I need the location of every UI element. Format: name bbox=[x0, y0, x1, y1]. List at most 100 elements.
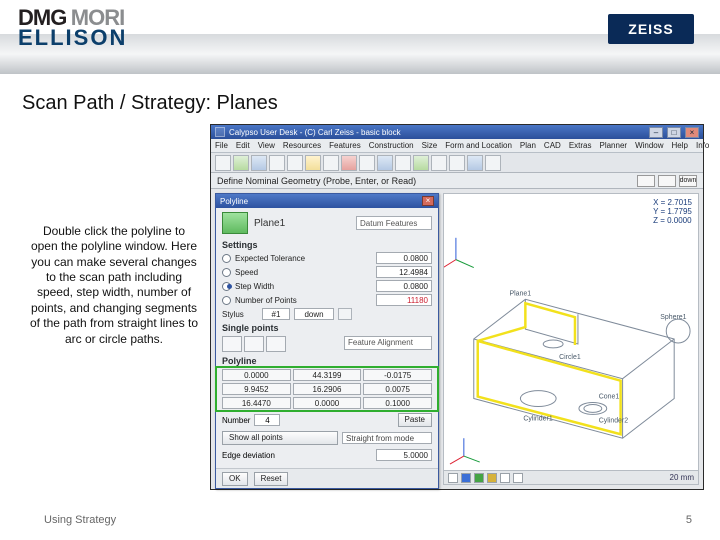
dialog-title: Polyline bbox=[220, 197, 248, 206]
mode-down[interactable]: down bbox=[679, 175, 697, 187]
toolbar-button[interactable] bbox=[395, 155, 411, 171]
radio-number-of-points[interactable] bbox=[222, 296, 231, 305]
grid-cell[interactable]: 44.3199 bbox=[293, 369, 362, 381]
menu-size[interactable]: Size bbox=[422, 141, 438, 150]
single-points-section-label: Single points bbox=[216, 321, 438, 334]
define-nominal-bar: Define Nominal Geometry (Probe, Enter, o… bbox=[211, 173, 703, 189]
close-button[interactable]: × bbox=[685, 127, 699, 138]
cad-viewport[interactable]: X = 2.7015 Y = 1.7795 Z = 0.0000 bbox=[443, 193, 699, 485]
menu-help[interactable]: Help bbox=[672, 141, 688, 150]
straight-mode-dropdown[interactable]: Straight from mode bbox=[342, 432, 432, 444]
mode-button[interactable] bbox=[637, 175, 655, 187]
value-expected-tolerance[interactable]: 0.0800 bbox=[376, 252, 432, 264]
grid-cell[interactable]: 0.0000 bbox=[293, 397, 362, 409]
slide-title: Scan Path / Strategy: Planes bbox=[22, 92, 278, 115]
polyline-coord-grid[interactable]: 0.0000 44.3199 -0.0175 9.9452 16.2906 0.… bbox=[216, 367, 438, 411]
toolbar-button[interactable] bbox=[269, 155, 285, 171]
minimize-button[interactable]: – bbox=[649, 127, 663, 138]
grid-cell[interactable]: 0.1000 bbox=[363, 397, 432, 409]
grid-cell[interactable]: 16.4470 bbox=[222, 397, 291, 409]
toolbar-button[interactable] bbox=[305, 155, 321, 171]
viewport-statusbar: 20 mm bbox=[444, 470, 698, 484]
status-swatch[interactable] bbox=[474, 473, 484, 483]
toolbar-button[interactable] bbox=[449, 155, 465, 171]
toolbar-button[interactable] bbox=[287, 155, 303, 171]
zeiss-logo: ZEISS bbox=[608, 14, 694, 44]
toolbar-button[interactable] bbox=[359, 155, 375, 171]
single-point-tool-icon[interactable] bbox=[266, 336, 286, 352]
grid-cell[interactable]: 9.9452 bbox=[222, 383, 291, 395]
radio-expected-tolerance[interactable] bbox=[222, 254, 231, 263]
menu-form-location[interactable]: Form and Location bbox=[445, 141, 512, 150]
menu-info[interactable]: Info bbox=[696, 141, 709, 150]
label-step-width: Step Width bbox=[235, 282, 372, 291]
menu-planner[interactable]: Planner bbox=[599, 141, 627, 150]
menu-window[interactable]: Window bbox=[635, 141, 663, 150]
toolbar-button[interactable] bbox=[377, 155, 393, 171]
calypso-app-window: Calypso User Desk - (C) Carl Zeiss - bas… bbox=[210, 124, 704, 490]
menu-file[interactable]: File bbox=[215, 141, 228, 150]
grid-cell[interactable]: 16.2906 bbox=[293, 383, 362, 395]
dialog-close-button[interactable]: × bbox=[422, 196, 434, 206]
datum-features-dropdown[interactable]: Datum Features bbox=[356, 216, 432, 230]
reset-button[interactable]: Reset bbox=[254, 472, 289, 486]
menu-edit[interactable]: Edit bbox=[236, 141, 250, 150]
status-swatch[interactable] bbox=[448, 473, 458, 483]
stylus-number[interactable]: #1 bbox=[262, 308, 290, 320]
label-speed: Speed bbox=[235, 268, 372, 277]
toolbar-button[interactable] bbox=[431, 155, 447, 171]
menu-features[interactable]: Features bbox=[329, 141, 361, 150]
radio-step-width[interactable] bbox=[222, 282, 231, 291]
readout-y: Y = 1.7795 bbox=[653, 207, 692, 216]
menu-construction[interactable]: Construction bbox=[369, 141, 414, 150]
toolbar-button[interactable] bbox=[251, 155, 267, 171]
value-number-of-points[interactable]: 11180 bbox=[376, 294, 432, 306]
paste-button[interactable]: Paste bbox=[398, 413, 432, 427]
menubar[interactable]: File Edit View Resources Features Constr… bbox=[211, 139, 703, 153]
label-sphere1: Sphere1 bbox=[660, 314, 686, 321]
mode-button[interactable] bbox=[658, 175, 676, 187]
menu-view[interactable]: View bbox=[258, 141, 275, 150]
grid-cell[interactable]: 0.0000 bbox=[222, 369, 291, 381]
menu-extras[interactable]: Extras bbox=[569, 141, 592, 150]
value-speed[interactable]: 12.4984 bbox=[376, 266, 432, 278]
label-circle1: Circle1 bbox=[559, 354, 581, 361]
toolbar-button[interactable] bbox=[341, 155, 357, 171]
toolbar-button[interactable] bbox=[215, 155, 231, 171]
number-spinner[interactable]: 4 bbox=[254, 414, 280, 426]
toolbar-button[interactable] bbox=[233, 155, 249, 171]
ok-button[interactable]: OK bbox=[222, 472, 248, 486]
status-swatch[interactable] bbox=[500, 473, 510, 483]
single-point-tool-icon[interactable] bbox=[244, 336, 264, 352]
grid-cell[interactable]: 0.0075 bbox=[363, 383, 432, 395]
status-swatch[interactable] bbox=[513, 473, 523, 483]
single-point-tool-icon[interactable] bbox=[222, 336, 242, 352]
grid-cell[interactable]: -0.0175 bbox=[363, 369, 432, 381]
mode-buttons: down bbox=[637, 175, 697, 187]
logo-ellison: ELLISON bbox=[18, 28, 127, 48]
status-swatch[interactable] bbox=[461, 473, 471, 483]
scale-readout: 20 mm bbox=[670, 473, 694, 482]
polyline-section-label: Polyline bbox=[216, 354, 438, 367]
value-step-width[interactable]: 0.0800 bbox=[376, 280, 432, 292]
toolbar-button[interactable] bbox=[485, 155, 501, 171]
stylus-direction[interactable]: down bbox=[294, 308, 334, 320]
label-expected-tolerance: Expected Tolerance bbox=[235, 254, 372, 263]
radio-speed[interactable] bbox=[222, 268, 231, 277]
show-all-points-button[interactable]: Show all points bbox=[222, 431, 338, 445]
slide-body-text: Double click the polyline to open the po… bbox=[28, 224, 200, 347]
edge-deviation-value[interactable]: 5.0000 bbox=[376, 449, 432, 461]
toolbar-button[interactable] bbox=[467, 155, 483, 171]
label-number-of-points: Number of Points bbox=[235, 296, 372, 305]
menu-cad[interactable]: CAD bbox=[544, 141, 561, 150]
status-swatch[interactable] bbox=[487, 473, 497, 483]
menu-resources[interactable]: Resources bbox=[283, 141, 321, 150]
maximize-button[interactable]: □ bbox=[667, 127, 681, 138]
toolbar-button[interactable] bbox=[323, 155, 339, 171]
toolbar-button[interactable] bbox=[413, 155, 429, 171]
settings-section-label: Settings bbox=[216, 238, 438, 251]
stylus-browse-icon[interactable] bbox=[338, 308, 352, 320]
menu-plan[interactable]: Plan bbox=[520, 141, 536, 150]
plane-icon bbox=[222, 212, 248, 234]
feature-alignment-dropdown[interactable]: Feature Alignment bbox=[344, 336, 432, 350]
